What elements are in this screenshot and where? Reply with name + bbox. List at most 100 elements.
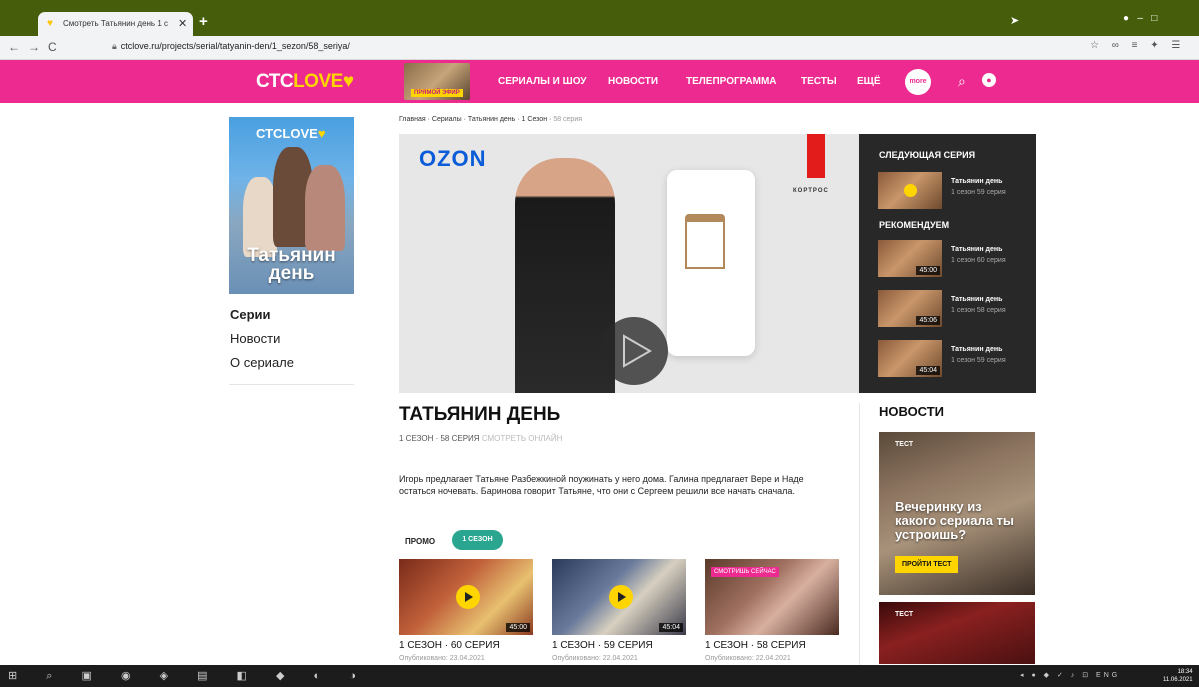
taskbar-app-icons[interactable]: ⊞ ⌕ ▣ ◉ ◈ ▤ ◧ ◆ ◐ ◑ [8,669,369,683]
duration-badge: 45:04 [916,366,940,375]
rec-title: Татьянин день [951,178,1003,185]
rec-thumbnail: 45:04 [878,340,942,377]
play-icon [623,334,652,368]
episode-card[interactable]: 45:04 1 СЕЗОН · 59 СЕРИЯ Опубликовано: 2… [552,559,686,669]
episode-card[interactable]: 45:00 1 СЕЗОН · 60 СЕРИЯ Опубликовано: 2… [399,559,533,669]
system-tray[interactable]: ◂ ● ◆ ✓ ♪ ⊡ ENG [1020,671,1120,679]
nav-tv-guide[interactable]: ТЕЛЕПРОГРАММА [686,76,777,87]
breadcrumb: Главная · Сериалы · Татьянин день · 1 Се… [399,116,583,123]
poster-heart-icon: ♥ [317,126,326,141]
news-heading: НОВОСТИ [879,404,945,419]
more-badge[interactable]: more [905,69,931,95]
chair-image [685,214,725,269]
sidebar-item-series[interactable]: Серии [230,307,271,322]
duration-badge: 45:00 [916,266,940,275]
back-forward-reload-icons[interactable]: ←→C [8,40,65,54]
news-card[interactable]: ТЕСТ [879,602,1035,664]
duration-badge: 45:00 [506,623,530,632]
os-taskbar: ⊞ ⌕ ▣ ◉ ◈ ▤ ◧ ◆ ◐ ◑ ◂ ● ◆ ✓ ♪ ⊡ ENG 18:3… [0,665,1199,687]
rec-thumbnail: 45:06 [878,290,942,327]
user-icon[interactable]: ● [982,73,996,87]
rec-item[interactable]: 45:06 Татьянин день 1 сезон 58 серия [878,290,1028,327]
episode-thumbnail: 45:04 [552,559,686,635]
site-logo[interactable]: СТСLOVE♥ [256,71,354,93]
breadcrumb-season[interactable]: 1 Сезон [522,116,548,123]
episode-description: Игорь предлагает Татьяне Разбежкиной поу… [399,474,804,496]
poster-title: Татьянин день [231,246,352,284]
tab-title: Смотреть Татьянин день 1 с [63,19,168,28]
episode-card[interactable]: СМОТРИШЬ СЕЙЧАС 1 СЕЗОН · 58 СЕРИЯ Опубл… [705,559,839,669]
search-icon[interactable]: ⌕ [958,73,966,90]
season-label: 1 СЕЗОН [399,434,434,443]
play-icon [904,184,917,197]
extension-icons[interactable]: ☆ ∞ ≡ ✦ ☰ [1090,40,1185,51]
sidebar-item-news[interactable]: Новости [230,331,280,346]
episode-title: 1 СЕЗОН · 59 СЕРИЯ [552,640,653,651]
news-tag: ТЕСТ [895,441,914,448]
kortros-flag-icon [807,134,825,178]
window-controls[interactable]: ● – □ [1123,13,1157,24]
browser-tab[interactable]: ♥ Смотреть Татьянин день 1 с ✕ [38,12,193,36]
next-episode-item[interactable]: Татьянин день 1 сезон 59 серия [878,172,1028,209]
duration-badge: 45:06 [916,316,940,325]
rec-sub: 1 сезон 59 серия [951,357,1006,364]
sidebar-item-about[interactable]: О сериале [230,355,294,370]
play-icon [456,585,480,609]
nav-series[interactable]: СЕРИАЛЫ И ШОУ [498,76,586,87]
lock-icon: 🔒︎ [112,41,117,51]
page-title: ТАТЬЯНИН ДЕНЬ [399,404,561,425]
heart-favicon-icon: ♥ [47,18,53,29]
new-tab-icon[interactable]: + [199,13,208,30]
url-field[interactable]: 🔒︎ ctclove.ru/projects/serial/tatyanin-de… [112,41,350,52]
poster-logo: СТСLOVE♥ [256,126,326,141]
breadcrumb-home[interactable]: Главная [399,116,426,123]
play-icon [609,585,633,609]
rec-item[interactable]: 45:04 Татьянин день 1 сезон 59 серия [878,340,1028,377]
episode-label: 58 СЕРИЯ [440,434,480,443]
clock[interactable]: 18:34 11.06.2021 [1163,668,1193,684]
rec-sub: 1 сезон 58 серия [951,307,1006,314]
nav-news[interactable]: НОВОСТИ [608,76,658,87]
breadcrumb-show[interactable]: Татьянин день [468,116,515,123]
show-poster[interactable]: СТСLOVE♥ Татьянин день [229,117,354,294]
poster-title-line2: день [268,263,315,284]
rec-sub: 1 сезон 60 серия [951,257,1006,264]
rec-thumbnail: 45:00 [878,240,942,277]
news-tag: ТЕСТ [895,611,914,618]
episode-date: Опубликовано: 23.04.2021 [399,655,485,662]
news-card[interactable]: ТЕСТ Вечеринку из какого сериала ты устр… [879,432,1035,595]
breadcrumb-current: 58 серия [553,116,583,123]
tab-promo[interactable]: ПРОМО [405,537,435,546]
site-header: СТСLOVE♥ ПРЯМОЙ ЭФИР СЕРИАЛЫ И ШОУ НОВОС… [0,60,1199,103]
watch-online-label: СМОТРЕТЬ ОНЛАЙН [481,434,563,443]
live-label: ПРЯМОЙ ЭФИР [411,89,463,97]
breadcrumb-series[interactable]: Сериалы [432,116,462,123]
episode-title: 1 СЕЗОН · 58 СЕРИЯ [705,640,806,651]
episode-title: 1 СЕЗОН · 60 СЕРИЯ [399,640,500,651]
video-player[interactable]: OZON КОРТРОС [399,134,859,393]
episode-thumbnail: 45:00 [399,559,533,635]
episode-date: Опубликовано: 22.04.2021 [705,655,791,662]
browser-tab-strip: ♥ Смотреть Татьянин день 1 с ✕ + ➤ ● – □ [0,0,1199,36]
news-headline: Вечеринку из какого сериала ты устроишь? [895,499,1014,542]
close-tab-icon[interactable]: ✕ [178,17,187,30]
tab-season-1[interactable]: 1 СЕЗОН [452,530,503,550]
take-test-button[interactable]: ПРОЙТИ ТЕСТ [895,556,959,573]
ad-phone-mockup [667,170,755,356]
address-bar: ←→C 🔒︎ ctclove.ru/projects/serial/tatyani… [0,36,1199,60]
url-text: ctclove.ru/projects/serial/tatyanin-den/… [120,41,350,51]
clock-date: 11.06.2021 [1163,677,1193,683]
live-broadcast-thumbnail[interactable]: ПРЯМОЙ ЭФИР [404,63,470,100]
poster-logo-love: LOVE [282,126,318,141]
rec-item[interactable]: 45:00 Татьянин день 1 сезон 60 серия [878,240,1028,277]
nav-tests[interactable]: ТЕСТЫ [801,76,837,87]
duration-badge: 45:04 [659,623,683,632]
play-button[interactable] [600,317,668,385]
nav-more[interactable]: ЕЩЁ [857,76,881,87]
clock-time: 18:34 [1177,669,1193,675]
show-meta: 1 СЕЗОН · 58 СЕРИЯ СМОТРЕТЬ ОНЛАЙН [399,434,563,443]
episode-date: Опубликовано: 22.04.2021 [552,655,638,662]
next-episode-thumbnail [878,172,942,209]
mouse-cursor-icon: ➤ [1010,15,1020,27]
poster-logo-ctc: СТС [256,126,283,141]
